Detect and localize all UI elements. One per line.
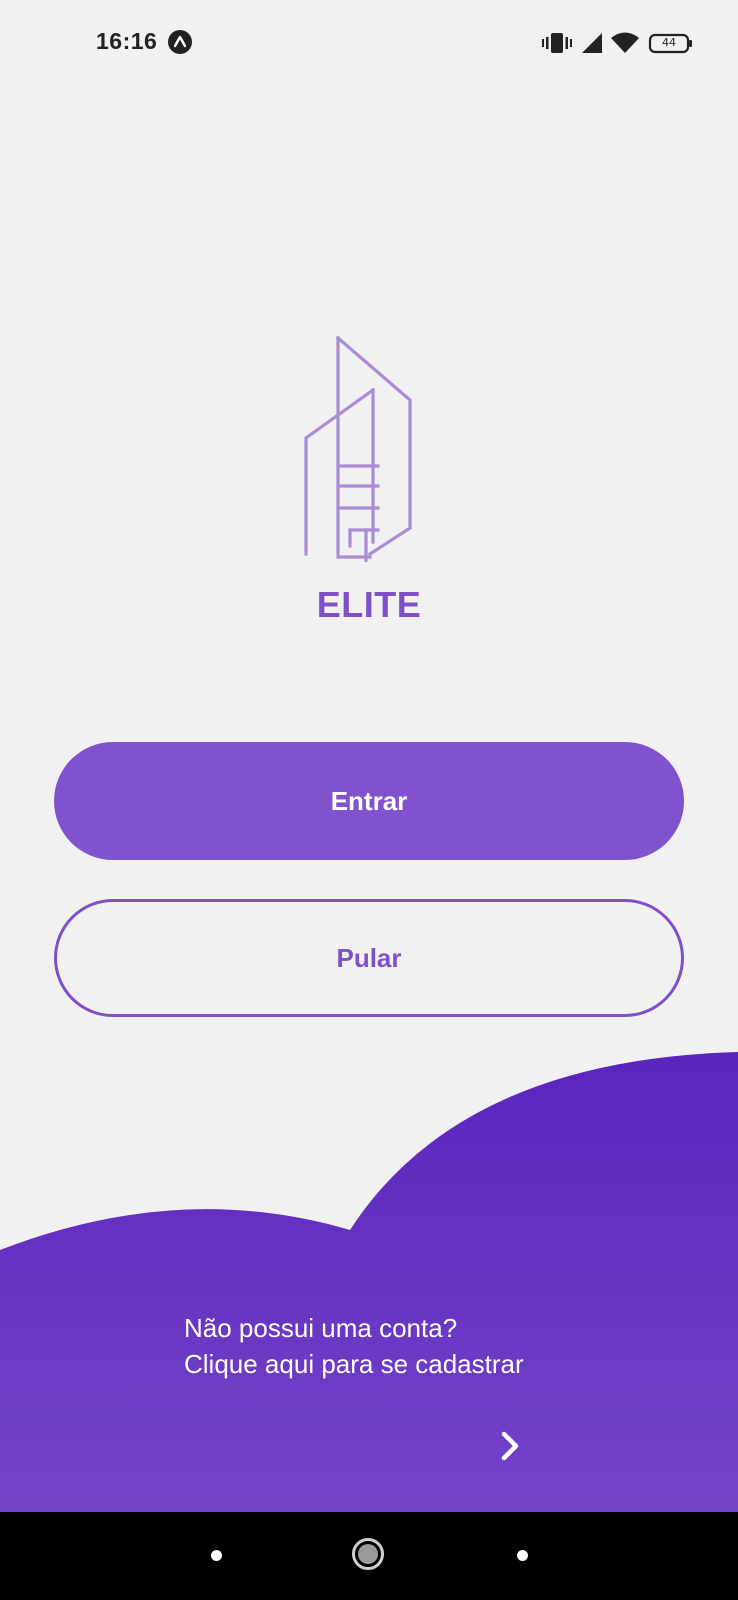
signup-line-1: Não possui uma conta? [184,1313,458,1343]
nav-home-inner [358,1544,378,1564]
vibrate-icon [542,33,572,53]
wave-background [0,1052,738,1512]
status-time: 16:16 [96,28,158,54]
wifi-icon [611,32,639,53]
nav-recents-icon[interactable] [517,1550,528,1561]
nav-home-icon[interactable] [352,1538,384,1570]
signup-link[interactable]: Não possui uma conta? Clique aqui para s… [184,1310,524,1382]
cell-signal-icon [582,33,602,53]
arrow-up-circle-icon [168,30,192,54]
battery-level: 44 [662,36,676,49]
building-outline-icon [304,335,412,562]
signup-line-2: Clique aqui para se cadastrar [184,1349,524,1379]
system-nav-bar [0,1512,738,1600]
brand-title: ELITE [316,584,422,625]
login-button[interactable]: Entrar [54,742,684,860]
nav-back-icon[interactable] [211,1550,222,1561]
welcome-screen: 16:16 44 ELITE Entrar Pular Não possui u… [0,0,738,1600]
status-bar: 16:16 44 [0,0,738,86]
chevron-right-icon[interactable] [492,1426,532,1466]
skip-button[interactable]: Pular [54,899,684,1017]
